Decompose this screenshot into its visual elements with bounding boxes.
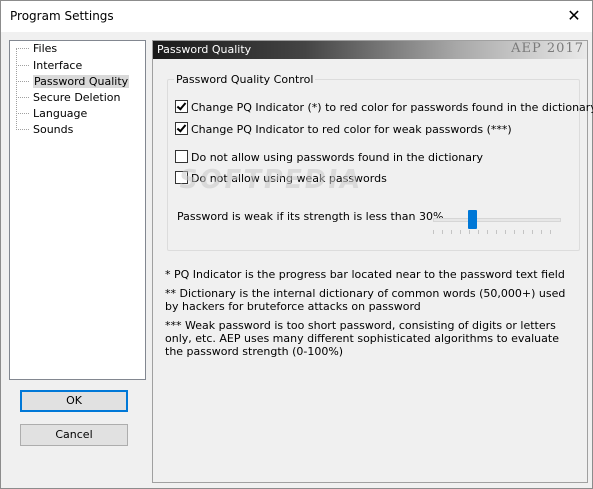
softpedia-watermark: SOFTPEDIA bbox=[176, 165, 364, 195]
tree-item-label: Secure Deletion bbox=[33, 91, 121, 104]
option-label: Do not allow using passwords found in th… bbox=[191, 151, 483, 164]
option-label: Change PQ Indicator to red color for wea… bbox=[191, 123, 512, 136]
tree-item-label: Sounds bbox=[33, 123, 74, 136]
option-red-for-dictionary[interactable]: Change PQ Indicator (*) to red color for… bbox=[175, 100, 593, 114]
panel-title: Password Quality bbox=[157, 43, 252, 56]
slider-thumb[interactable] bbox=[468, 210, 478, 229]
tree-item-label: Password Quality bbox=[33, 75, 130, 88]
option-red-for-weak[interactable]: Change PQ Indicator to red color for wea… bbox=[175, 122, 512, 136]
ok-button[interactable]: OK bbox=[20, 390, 128, 412]
weak-threshold-label: Password is weak if its strength is less… bbox=[177, 210, 444, 223]
option-label: Change PQ Indicator (*) to red color for… bbox=[191, 101, 593, 114]
tree-item-language[interactable]: Language bbox=[16, 106, 87, 121]
group-title: Password Quality Control bbox=[174, 73, 316, 86]
program-settings-window: Program Settings ✕ Files Interface Passw… bbox=[0, 0, 593, 489]
tree-item-password-quality[interactable]: Password Quality bbox=[16, 74, 130, 89]
tree-item-label: Language bbox=[33, 107, 88, 120]
panel-brand: AEP 2017 bbox=[511, 41, 584, 56]
title-bar: Program Settings ✕ bbox=[1, 1, 592, 32]
note-pq-indicator: * PQ Indicator is the progress bar locat… bbox=[165, 268, 565, 281]
note-weak-password: *** Weak password is too short password,… bbox=[165, 319, 559, 358]
checkbox-checked[interactable] bbox=[175, 100, 188, 113]
weak-threshold-slider[interactable] bbox=[431, 210, 561, 234]
panel-header: Password Quality AEP 2017 bbox=[153, 41, 587, 59]
tree-item-label: Files bbox=[33, 42, 58, 55]
tree-item-files[interactable]: Files bbox=[16, 41, 57, 56]
checkbox-unchecked[interactable] bbox=[175, 150, 188, 163]
tree-item-sounds[interactable]: Sounds bbox=[16, 122, 73, 137]
tree-item-label: Interface bbox=[33, 59, 83, 72]
cancel-button[interactable]: Cancel bbox=[20, 424, 128, 446]
option-disallow-dictionary[interactable]: Do not allow using passwords found in th… bbox=[175, 150, 483, 164]
checkbox-checked[interactable] bbox=[175, 122, 188, 135]
slider-track bbox=[433, 218, 561, 222]
window-title: Program Settings bbox=[10, 9, 114, 23]
password-quality-panel: Password Quality AEP 2017 Password Quali… bbox=[152, 40, 593, 483]
tree-item-interface[interactable]: Interface bbox=[16, 58, 82, 73]
tree-item-secure-deletion[interactable]: Secure Deletion bbox=[16, 90, 120, 105]
note-dictionary: ** Dictionary is the internal dictionary… bbox=[165, 287, 566, 313]
close-icon[interactable]: ✕ bbox=[556, 1, 592, 32]
slider-ticks bbox=[433, 230, 559, 234]
settings-category-tree[interactable]: Files Interface Password Quality Secure … bbox=[9, 40, 146, 380]
